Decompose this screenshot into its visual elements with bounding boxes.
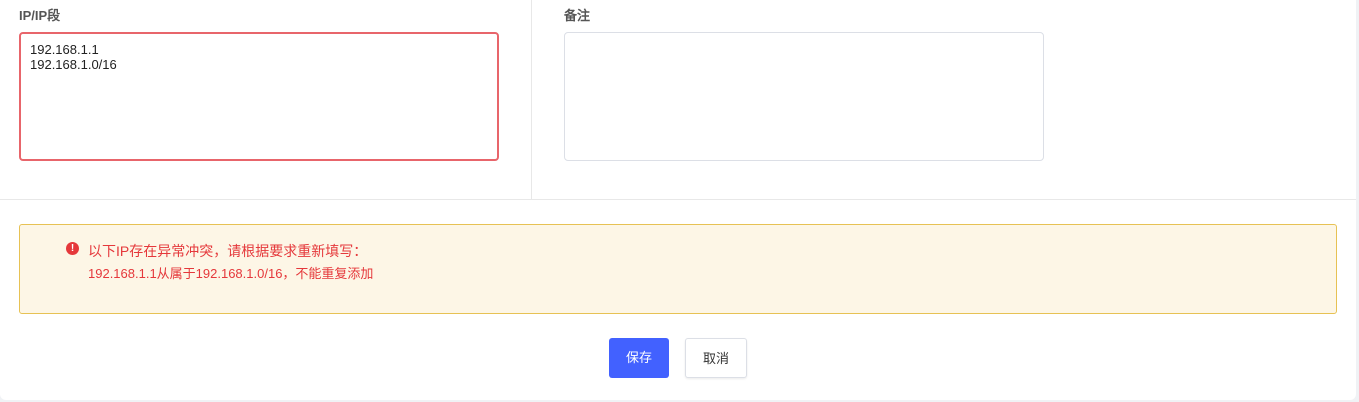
save-button[interactable]: 保存 bbox=[609, 338, 669, 378]
column-divider bbox=[531, 0, 532, 199]
error-circle-icon: ! bbox=[66, 242, 79, 255]
alert-detail: 192.168.1.1从属于192.168.1.0/16，不能重复添加 bbox=[88, 266, 374, 281]
note-field-label: 备注 bbox=[564, 8, 591, 23]
error-alert: ! 以下IP存在异常冲突，请根据要求重新填写： 192.168.1.1从属于19… bbox=[19, 224, 1337, 314]
cancel-button[interactable]: 取消 bbox=[685, 338, 747, 378]
alert-title: 以下IP存在异常冲突，请根据要求重新填写： bbox=[88, 243, 368, 259]
note-textarea[interactable] bbox=[564, 32, 1044, 161]
ip-field-label: IP/IP段 bbox=[19, 8, 61, 23]
section-divider bbox=[0, 199, 1356, 200]
form-card: IP/IP段 192.168.1.1 192.168.1.0/16 备注 ! 以… bbox=[0, 0, 1356, 400]
ip-textarea[interactable]: 192.168.1.1 192.168.1.0/16 bbox=[19, 32, 499, 161]
